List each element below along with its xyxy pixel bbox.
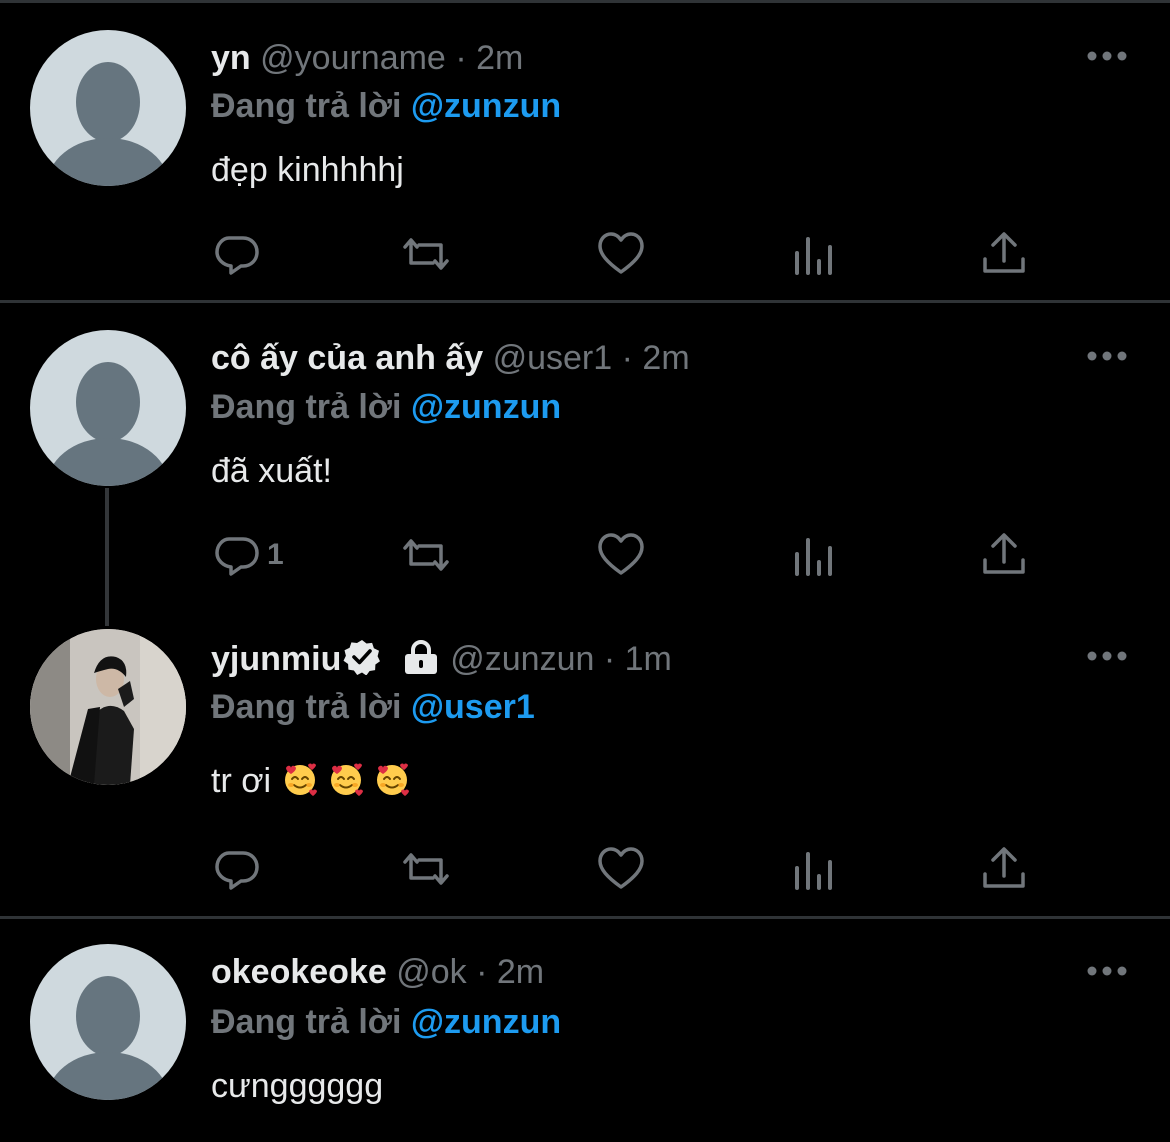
share-button[interactable]: [979, 529, 1029, 581]
replying-to-label: Đang trả lời: [211, 87, 402, 125]
separator-dot: ·: [455, 39, 467, 77]
timestamp[interactable]: 2m: [476, 39, 523, 77]
default-avatar[interactable]: [30, 944, 186, 1100]
replying-to: Đang trả lời @zunzun: [211, 387, 561, 427]
tweet-text: cưngggggg: [211, 1067, 384, 1105]
tweet-actions: [211, 843, 1051, 895]
smiling-face-with-hearts-emoji: [376, 763, 409, 796]
tweet-text: đã xuất!: [211, 452, 332, 490]
default-avatar-icon: [46, 62, 170, 186]
username[interactable]: @user1: [493, 339, 613, 377]
share-button[interactable]: [979, 228, 1029, 280]
replying-to: Đang trả lời @zunzun: [211, 86, 561, 126]
tweet-text-row: tr ơi: [211, 760, 419, 801]
username[interactable]: @zunzun: [450, 640, 594, 678]
retweet-icon: [403, 238, 449, 270]
more-icon[interactable]: [1086, 49, 1128, 63]
timestamp[interactable]: 2m: [642, 339, 689, 377]
more-icon[interactable]: [1086, 349, 1128, 363]
like-icon: [598, 847, 644, 889]
divider: [0, 300, 1170, 303]
display-name[interactable]: yjunmiu: [211, 640, 341, 678]
reply-button[interactable]: 1: [211, 529, 284, 581]
display-name[interactable]: cô ấy của anh ấy: [211, 339, 483, 377]
analytics-icon: [795, 852, 832, 890]
lock-icon: [404, 640, 437, 674]
replying-to-label: Đang trả lời: [211, 1003, 402, 1041]
reply-button[interactable]: [211, 843, 261, 895]
divider: [0, 916, 1170, 919]
share-button[interactable]: [979, 843, 1029, 895]
reply-button[interactable]: [211, 228, 261, 280]
default-avatar-icon: [46, 362, 170, 486]
like-icon: [598, 533, 644, 575]
replying-to: Đang trả lời @user1: [211, 687, 535, 727]
separator-dot: ·: [603, 640, 616, 678]
display-name[interactable]: yn: [211, 39, 251, 77]
username[interactable]: @yourname: [260, 39, 446, 77]
reply-icon: [215, 236, 259, 275]
like-icon: [598, 232, 644, 274]
like-button[interactable]: [596, 529, 646, 581]
divider: [0, 0, 1170, 3]
analytics-icon: [795, 237, 832, 275]
tweet-actions: 1: [211, 529, 1051, 581]
replying-to-label: Đang trả lời: [211, 388, 402, 426]
verified-badge-icon: [343, 640, 381, 675]
replying-to-label: Đang trả lời: [211, 688, 402, 726]
smiling-face-with-hearts-emoji: [330, 763, 363, 796]
display-name[interactable]: okeokeoke: [211, 953, 387, 991]
reply-mention-link[interactable]: @zunzun: [411, 87, 561, 125]
tweet-text: tr ơi: [211, 762, 272, 800]
analytics-button[interactable]: [789, 843, 839, 895]
retweet-button[interactable]: [401, 228, 451, 280]
tweet-text: đẹp kinhhhhj: [211, 151, 404, 189]
timestamp[interactable]: 1m: [625, 640, 672, 678]
separator-dot: ·: [476, 953, 488, 991]
reply-icon: [215, 851, 259, 890]
reply-mention-link[interactable]: @zunzun: [411, 1003, 561, 1041]
separator-dot: ·: [621, 339, 633, 377]
profile-photo-avatar[interactable]: [30, 629, 186, 785]
share-icon: [983, 847, 1025, 888]
retweet-button[interactable]: [401, 529, 451, 581]
profile-photo: [30, 629, 186, 785]
like-button[interactable]: [596, 843, 646, 895]
default-avatar[interactable]: [30, 30, 186, 186]
reply-mention-link[interactable]: @user1: [411, 688, 535, 726]
analytics-button[interactable]: [789, 529, 839, 581]
replying-to: Đang trả lời @zunzun: [211, 1002, 561, 1042]
username[interactable]: @ok: [396, 953, 466, 991]
thread-connector-line: [105, 488, 109, 626]
more-icon[interactable]: [1086, 964, 1128, 978]
share-icon: [983, 232, 1025, 273]
tweet-actions: [211, 228, 1051, 280]
like-button[interactable]: [596, 228, 646, 280]
share-icon: [983, 533, 1025, 574]
reply-mention-link[interactable]: @zunzun: [411, 388, 561, 426]
smiling-face-with-hearts-emoji: [284, 763, 317, 796]
default-avatar[interactable]: [30, 330, 186, 486]
more-icon[interactable]: [1086, 649, 1128, 663]
timestamp[interactable]: 2m: [497, 953, 544, 991]
retweet-button[interactable]: [401, 843, 451, 895]
default-avatar-icon: [46, 976, 170, 1100]
reply-count: 1: [267, 538, 284, 571]
retweet-icon: [403, 853, 449, 885]
analytics-button[interactable]: [789, 228, 839, 280]
reply-icon: [215, 537, 259, 576]
retweet-icon: [403, 539, 449, 571]
analytics-icon: [795, 538, 832, 576]
emoji-row: [281, 762, 419, 800]
